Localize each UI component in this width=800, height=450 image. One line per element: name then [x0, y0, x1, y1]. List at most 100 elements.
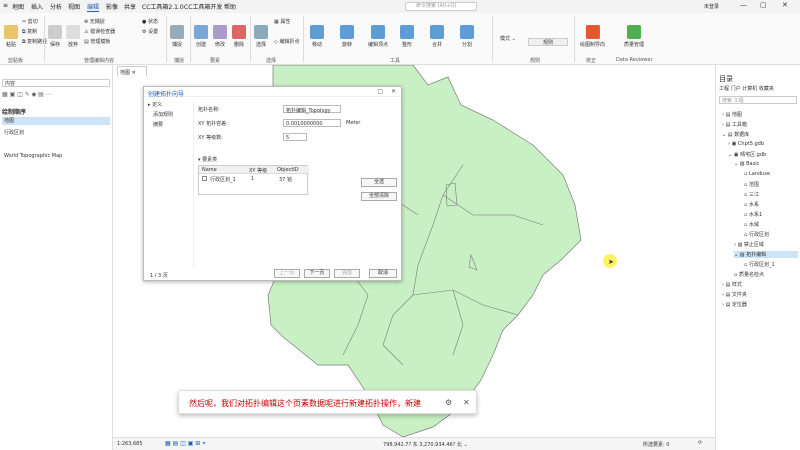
cut-button[interactable]: ✂ 剪切 — [22, 18, 38, 25]
topology-name-input[interactable]: 拓扑编辑_Topology — [283, 105, 341, 114]
tab-favorites[interactable]: 收藏夹 — [759, 86, 774, 92]
scale-selector[interactable]: 1:263,685 — [117, 441, 143, 447]
column-name: Name — [202, 167, 217, 173]
delete-button[interactable]: 删除 — [232, 25, 246, 48]
tab-imagery[interactable]: 影像 — [106, 2, 118, 11]
xy-tolerance-input[interactable]: 0.0010000000 — [283, 119, 341, 127]
split-button[interactable]: 分割 — [460, 25, 474, 48]
rotate-button[interactable]: 旋转 — [340, 25, 354, 48]
nav-item-summary[interactable]: 摘要 — [148, 121, 190, 128]
edit-vertices-button[interactable]: ◇ 编辑折点 — [274, 38, 299, 45]
nav-item-add-rules[interactable]: 添加规则 — [148, 111, 190, 118]
map-tab[interactable]: 地图 ✕ — [117, 66, 147, 76]
clear-all-button[interactable]: 全部清除 — [361, 192, 397, 201]
settings-button[interactable]: ⚙ 设置 — [142, 28, 158, 35]
tab-computer[interactable]: 计算机 — [742, 86, 757, 92]
tab-cc-toolbox-dev[interactable]: CC工具箱开发 — [184, 2, 222, 11]
tree-item-admin-1[interactable]: ▫ 行政区划_1 — [744, 261, 775, 268]
tab-analysis[interactable]: 分析 — [50, 2, 62, 11]
copy-button[interactable]: ⧉ 复制 — [22, 28, 37, 35]
tab-help[interactable]: 帮助 — [224, 2, 236, 11]
row-checkbox[interactable] — [202, 176, 207, 181]
minimize-icon[interactable]: — — [740, 1, 747, 9]
tree-item-topology-edit[interactable]: ⌄ ▨ 拓扑编辑 — [734, 251, 798, 258]
tree-item-chpt5-gdb[interactable]: › ▣ Chpt5.gdb — [728, 141, 764, 147]
mouse-cursor-icon: ➤ — [608, 258, 614, 266]
tab-project[interactable]: 工程 — [719, 86, 729, 92]
prev-page-button[interactable]: 上一页 — [274, 269, 300, 278]
reshape-button[interactable]: 整形 — [400, 25, 414, 48]
finish-button[interactable]: 完成 — [334, 269, 360, 278]
tree-item-admin[interactable]: ▫ 行政区划 — [744, 231, 769, 238]
next-page-button[interactable]: 下一页 — [304, 269, 330, 278]
tree-item-maps[interactable]: › ▤ 地图 — [722, 111, 742, 118]
select-button[interactable]: 选择 — [254, 25, 268, 48]
feature-class-section[interactable]: ▾ 要素类 — [198, 156, 217, 163]
save-button[interactable]: 保存 — [48, 25, 62, 48]
select-all-button[interactable]: 全选 — [361, 178, 397, 187]
tree-item-locators[interactable]: › ▤ 定位器 — [722, 301, 747, 308]
tab-insert[interactable]: 插入 — [31, 2, 43, 11]
tab-share[interactable]: 共享 — [124, 2, 136, 11]
snapping-dropdown[interactable]: ⊗ 无捕捉 — [84, 18, 105, 25]
tab-cc-toolbox[interactable]: CC工具箱2.1.0 — [142, 2, 184, 11]
rules-dropdown[interactable]: 规则 — [528, 38, 568, 46]
tree-item-styles[interactable]: › ▤ 样式 — [722, 281, 742, 288]
tab-view[interactable]: 视图 — [68, 2, 80, 11]
quality-button[interactable]: 质量管理 — [624, 25, 644, 48]
maximize-icon[interactable]: ▢ — [760, 1, 767, 9]
wizard-nav: ▸ 定义 添加规则 摘要 — [148, 101, 190, 128]
tree-item-databases[interactable]: ⌄ ▤ 数据库 — [722, 131, 749, 138]
close-icon[interactable]: ✕ — [782, 1, 788, 9]
subtitle-close-icon[interactable]: ✕ — [463, 398, 470, 407]
move-button[interactable]: 移动 — [310, 25, 324, 48]
tree-item-folders[interactable]: › ▤ 文件夹 — [722, 291, 747, 298]
error-inspector-button[interactable]: ⚠ 错误检查器 — [84, 28, 115, 35]
command-search-input[interactable]: 命令搜索 (Alt+Q) — [405, 2, 477, 11]
tree-item-extent[interactable]: ▫ 范围 — [744, 181, 759, 188]
status-button[interactable]: ● 状态 — [142, 18, 158, 25]
subtitle-settings-icon[interactable]: ⚙ — [445, 398, 452, 407]
divider — [166, 16, 167, 62]
user-label[interactable]: 未登录 — [704, 3, 719, 10]
tree-item-sanjiang[interactable]: ▫ 三江 — [744, 191, 759, 198]
tab-map[interactable]: 地图 — [12, 2, 24, 11]
tree-item-basic[interactable]: ⌄ ▨ Basic — [734, 161, 759, 167]
paste-button[interactable]: 粘贴 — [4, 25, 18, 48]
catalog-search-input[interactable]: 搜索 工程 — [719, 96, 797, 104]
tree-item-check-points[interactable]: ▫ 质量名检点 — [734, 271, 764, 278]
mode-button[interactable]: 模式 ⌄ — [500, 35, 516, 42]
layer-item-map[interactable]: 地图 — [2, 117, 110, 125]
tree-item-waterbody[interactable]: ▫ 水域 — [744, 221, 759, 228]
drawing-tool-button[interactable]: 绘图制导向 — [580, 25, 605, 48]
attributes-button[interactable]: ▦ 属性 — [274, 18, 290, 25]
edit-vertex-tool-button[interactable]: 编辑顶点 — [368, 25, 388, 48]
tree-item-water[interactable]: ▫ 水系 — [744, 201, 759, 208]
dialog-close-icon[interactable]: ✕ — [391, 88, 396, 95]
create-icon — [194, 25, 208, 39]
tree-item-gdb2[interactable]: ⌄ ▣ 晴宅区.gdb — [728, 151, 766, 158]
z-ranks-input[interactable]: 5 — [283, 133, 307, 141]
layer-item-basemap[interactable]: World Topographic Map — [4, 153, 62, 159]
merge-button[interactable]: 合并 — [430, 25, 444, 48]
tab-edit[interactable]: 编辑 — [87, 2, 100, 12]
map-tools-icons[interactable]: ▦ ▤ ◫ ▣ ⊞ ⌖ — [165, 440, 206, 448]
cancel-button[interactable]: 取消 — [369, 269, 397, 278]
nav-item-define[interactable]: ▸ 定义 — [148, 101, 190, 108]
refresh-icon[interactable]: ⟳ — [698, 440, 702, 446]
tree-item-landuse[interactable]: ▫ Landuse — [744, 171, 770, 177]
tab-portal[interactable]: 门户 — [731, 86, 741, 92]
table-row[interactable]: 行政区划_1 1 37 铭 — [199, 175, 309, 183]
tree-item-water1[interactable]: ▫ 水系1 — [744, 211, 762, 218]
discard-button[interactable]: 放弃 — [66, 25, 80, 48]
tree-item-toolboxes[interactable]: › ▤ 工具箱 — [722, 121, 747, 128]
tree-item-restricted[interactable]: › ▨ 禁止区域 — [734, 241, 764, 248]
app-menu-icon[interactable]: ≡ — [3, 2, 8, 9]
contents-search-input[interactable]: 内容 — [2, 79, 110, 87]
modify-button[interactable]: 修改 — [213, 25, 227, 48]
dialog-maximize-icon[interactable]: ▢ — [377, 88, 383, 95]
create-button[interactable]: 创建 — [194, 25, 208, 48]
manage-templates-button[interactable]: ▤ 管理模板 — [84, 38, 110, 45]
snap-button[interactable]: 捕捉 — [170, 25, 184, 48]
layer-item-admin[interactable]: 行政区划 — [4, 129, 24, 136]
